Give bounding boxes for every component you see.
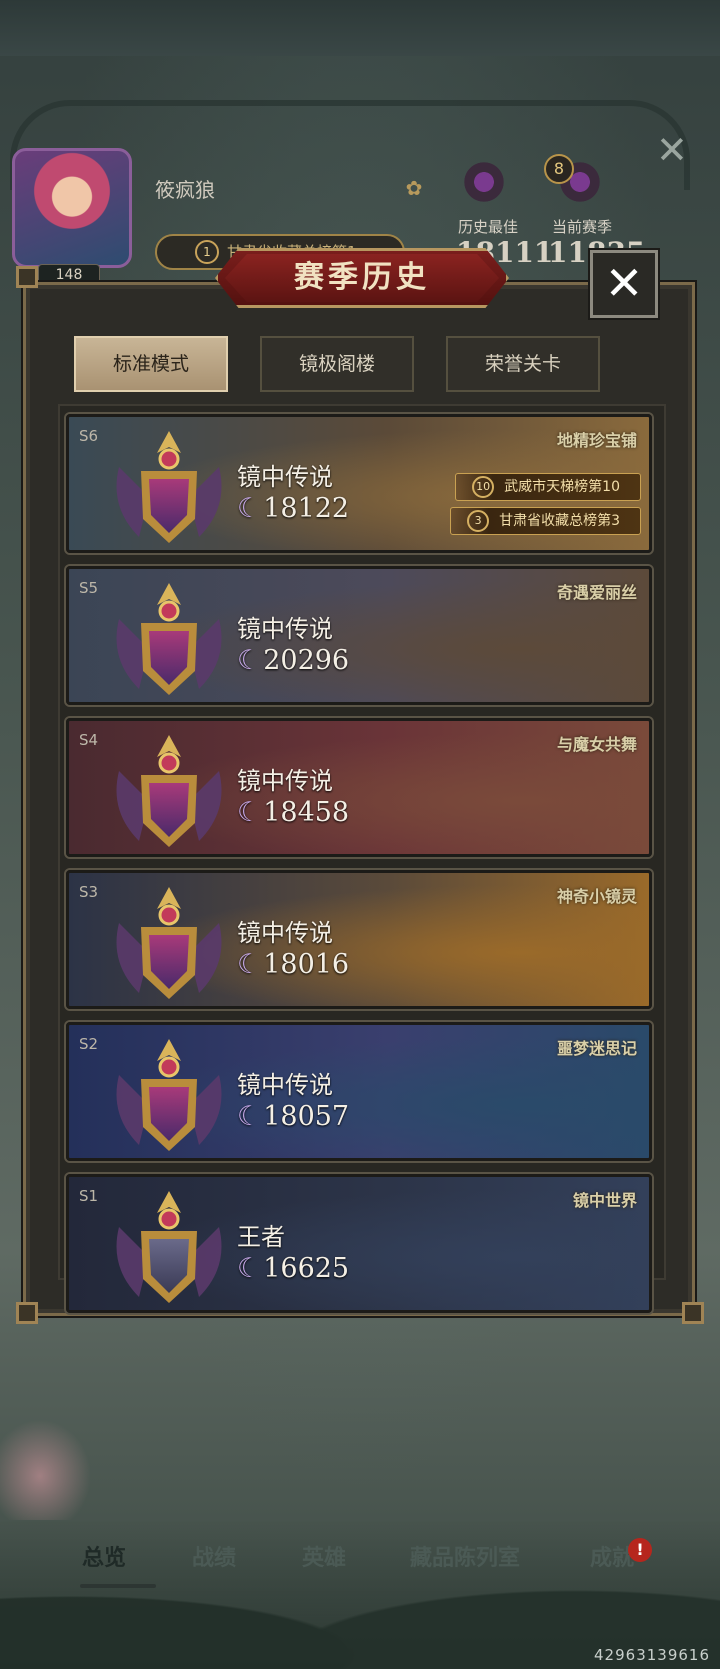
gear-icon[interactable]: ✿ — [402, 176, 426, 200]
king-rank-emblem-icon — [109, 1187, 229, 1309]
rank-name: 镜中传说 — [237, 767, 333, 795]
mirror-legend-rank-emblem-icon — [109, 731, 229, 853]
moon-icon: ☾ — [237, 797, 262, 828]
season-score: ☾20296 — [237, 645, 349, 676]
nav-overview[interactable]: 总览 — [82, 1540, 126, 1572]
mirror-legend-rank-emblem-icon — [109, 427, 229, 549]
season-card[interactable]: S6 镜中传说 ☾18122 地精珍宝铺 10 武威市天梯榜第10 3 甘肃省收藏总榜第3 — [66, 414, 652, 553]
nav-active-indicator — [80, 1584, 156, 1588]
ribbon-text: 甘肃省收藏总榜第3 — [499, 513, 620, 529]
season-event-logo: 地精珍宝铺 — [556, 431, 637, 450]
moon-icon: ☾ — [237, 1253, 262, 1284]
avatar[interactable] — [12, 148, 132, 268]
season-label: S2 — [79, 1035, 99, 1053]
bottom-nav: 总览 战绩 英雄 藏品陈列室 成就 — [0, 1540, 720, 1590]
season-card[interactable]: S5 镜中传说 ☾20296 奇遇爱丽丝 — [66, 566, 652, 705]
mirror-legend-rank-emblem-icon — [109, 579, 229, 701]
modal-corner-ornament — [16, 1302, 38, 1324]
modal-corner-ornament — [682, 1302, 704, 1324]
season-score: ☾18458 — [237, 797, 349, 828]
season-event-logo: 噩梦迷思记 — [556, 1039, 637, 1058]
rank-name: 镜中传说 — [237, 1071, 333, 1099]
season-event-logo: 神奇小镜灵 — [556, 887, 637, 906]
tab-mirror-attic[interactable]: 镜极阁楼 — [260, 336, 414, 392]
season-score: ☾18122 — [237, 493, 349, 524]
moon-icon: ☾ — [237, 493, 262, 524]
nav-heroes[interactable]: 英雄 — [302, 1540, 346, 1572]
score-value: 20296 — [263, 645, 350, 676]
season-event-logo: 与魔女共舞 — [556, 735, 637, 754]
score-value: 18122 — [263, 493, 350, 524]
mirror-legend-rank-emblem-icon — [109, 1035, 229, 1157]
modal-title: 赛季历史 — [294, 260, 430, 295]
rank-name: 王者 — [237, 1223, 285, 1251]
lotus-decoration — [0, 1410, 100, 1520]
mirror-legend-rank-emblem-icon — [109, 883, 229, 1005]
season-event-logo: 镜中世界 — [572, 1191, 637, 1210]
moon-icon: ☾ — [237, 1101, 262, 1132]
season-card[interactable]: S4 镜中传说 ☾18458 与魔女共舞 — [66, 718, 652, 857]
nav-achievements[interactable]: 成就 — [590, 1540, 634, 1572]
modal-corner-ornament — [16, 266, 38, 288]
season-label: S1 — [79, 1187, 99, 1205]
rank-name: 镜中传说 — [237, 615, 333, 643]
season-label: S3 — [79, 883, 99, 901]
season-label: S4 — [79, 731, 99, 749]
background-close-icon[interactable]: ✕ — [656, 128, 688, 172]
tab-standard-mode[interactable]: 标准模式 — [74, 336, 228, 392]
score-value: 18458 — [263, 797, 350, 828]
season-label: S5 — [79, 579, 99, 597]
user-id: 42963139616 — [594, 1646, 710, 1664]
nav-collection-room[interactable]: 藏品陈列室 — [410, 1540, 520, 1572]
season-card[interactable]: S3 镜中传说 ☾18016 神奇小镜灵 — [66, 870, 652, 1009]
moon-icon: ☾ — [237, 645, 262, 676]
tab-honor-levels[interactable]: 荣誉关卡 — [446, 336, 600, 392]
season-card[interactable]: S2 镜中传说 ☾18057 噩梦迷思记 — [66, 1022, 652, 1161]
season-event-logo: 奇遇爱丽丝 — [556, 583, 637, 602]
leaderboard-ribbon[interactable]: 3 甘肃省收藏总榜第3 — [450, 507, 641, 535]
ribbon-text: 武威市天梯榜第10 — [504, 479, 620, 495]
season-card[interactable]: S1 王者 ☾16625 镜中世界 — [66, 1174, 652, 1313]
rank-name: 镜中传说 — [237, 919, 333, 947]
stat-label-best: 历史最佳 — [458, 218, 519, 236]
nav-records[interactable]: 战绩 — [192, 1540, 236, 1572]
rank-name: 镜中传说 — [237, 463, 333, 491]
ranking-number-icon: 10 — [472, 476, 495, 498]
notification-badge: ! — [628, 1538, 652, 1562]
emblem-count-badge: 8 — [544, 154, 574, 184]
season-score: ☾18057 — [237, 1101, 349, 1132]
season-score: ☾16625 — [237, 1253, 349, 1284]
score-value: 16625 — [263, 1253, 350, 1284]
leaderboard-ribbon[interactable]: 10 武威市天梯榜第10 — [455, 473, 641, 501]
ranking-number-icon: 3 — [467, 510, 490, 532]
season-label: S6 — [79, 427, 99, 445]
nickname: 筱疯狼 — [155, 178, 215, 202]
moon-icon: ☾ — [237, 949, 262, 980]
top-strip — [0, 0, 720, 56]
score-value: 18016 — [263, 949, 350, 980]
score-value: 18057 — [263, 1101, 350, 1132]
season-score: ☾18016 — [237, 949, 349, 980]
mode-tabs: 标准模式 镜极阁楼 荣誉关卡 — [66, 336, 660, 392]
stat-label-current: 当前赛季 — [552, 218, 613, 236]
best-rank-emblem-icon — [462, 158, 506, 206]
close-button[interactable]: ✕ — [590, 250, 658, 318]
